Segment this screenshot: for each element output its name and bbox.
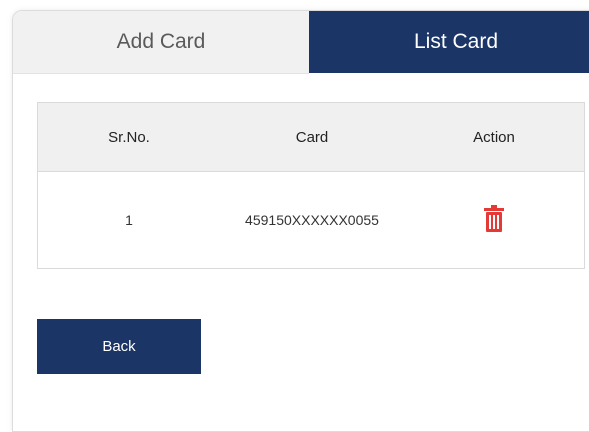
table-row: 1 459150XXXXXX0055 (38, 172, 584, 268)
card-panel: Add Card List Card Sr.No. Card Action 1 … (12, 10, 589, 432)
cards-table: Sr.No. Card Action 1 459150XXXXXX0055 (37, 102, 585, 269)
header-sr-no: Sr.No. (108, 128, 150, 146)
cell-sr-no: 1 (125, 212, 133, 228)
cell-action (404, 204, 584, 236)
table-header: Sr.No. Card Action (38, 103, 584, 172)
tab-bar: Add Card List Card (13, 11, 589, 74)
trash-icon[interactable] (483, 204, 505, 233)
cell-card-number: 459150XXXXXX0055 (245, 212, 379, 228)
header-action: Action (473, 128, 515, 146)
tab-list-card[interactable]: List Card (309, 11, 589, 73)
header-card: Card (295, 128, 329, 146)
back-button[interactable]: Back (37, 319, 201, 374)
tab-add-card[interactable]: Add Card (13, 11, 309, 74)
